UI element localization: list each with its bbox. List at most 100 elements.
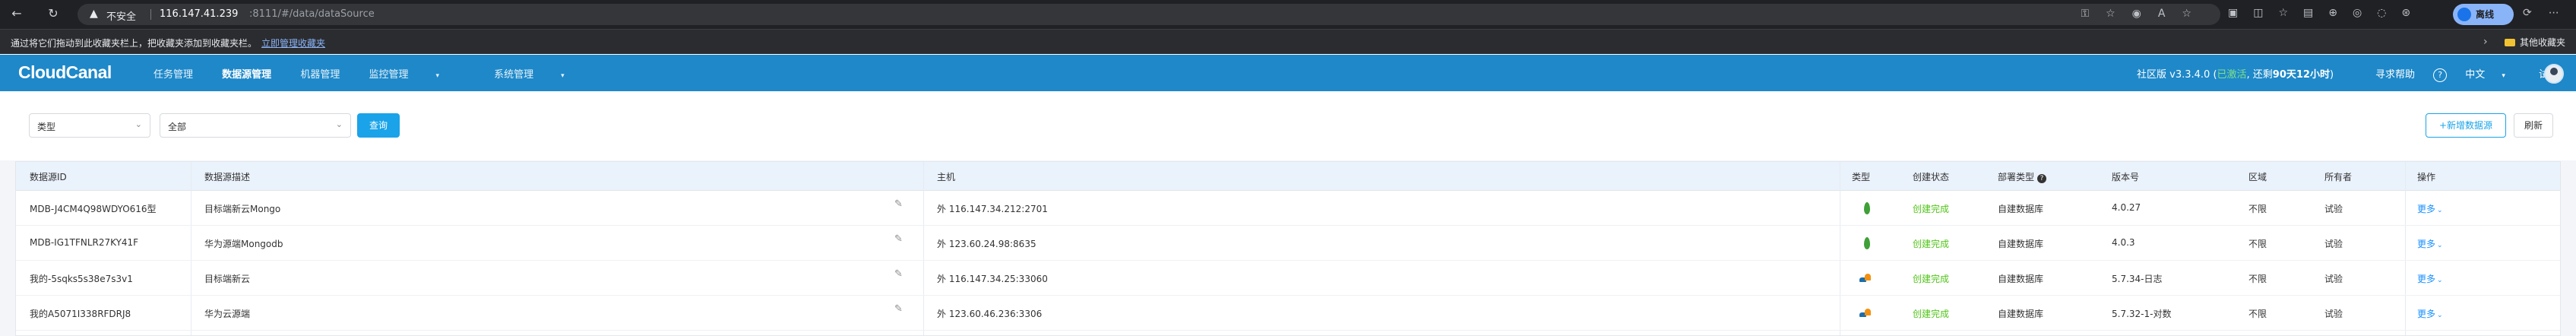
more-label: 更多 — [2417, 309, 2436, 319]
chevron-down-icon: ⌄ — [335, 119, 343, 129]
network-prefix: 外 — [937, 204, 947, 214]
table-row[interactable]: MDB-J4CM4Q98WDYO616型 目标端新云Mongo ✎ 外 116.… — [16, 191, 2560, 226]
other-favorites[interactable]: 其他收藏夹 — [2505, 36, 2565, 49]
address-bar[interactable]: ▲ 不安全 116.147.41.239 :8111/#/data/dataSo… — [78, 4, 2220, 25]
more-label: 更多 — [2417, 204, 2436, 214]
more-dropdown[interactable]: 更多 ⌄ — [2417, 307, 2443, 320]
row-version: 4.0.27 — [2112, 202, 2141, 213]
language-switch[interactable]: 中文 ▾ — [2465, 69, 2521, 81]
row-host: 外 123.60.24.98:8635 — [937, 237, 1036, 250]
info-icon[interactable]: ? — [2037, 174, 2047, 183]
host-address: 116.147.34.25:33060 — [948, 274, 1048, 284]
header-deploy: 部署类型? — [1998, 170, 2047, 183]
nav-system-label: 系统管理 — [494, 69, 534, 81]
row-deploy: 自建数据库 — [1998, 274, 2044, 284]
nav-monitor-management[interactable]: 监控管理 ▾ — [369, 69, 465, 81]
network-prefix: 外 — [937, 274, 947, 284]
chevron-down-icon: ⌄ — [2437, 277, 2443, 284]
header-type: 类型 — [1852, 172, 1871, 182]
warning-icon: ▲ — [90, 8, 98, 20]
edit-icon[interactable]: ✎ — [894, 268, 903, 280]
edit-icon[interactable]: ✎ — [894, 198, 903, 210]
more-dropdown[interactable]: 更多 ⌄ — [2417, 202, 2443, 215]
browser-toolbar: ← ↻ ▲ 不安全 116.147.41.239 :8111/#/data/da… — [0, 0, 2576, 29]
row-region: 不限 — [2248, 274, 2267, 284]
folder-icon — [2505, 39, 2515, 46]
version-close: ) — [2329, 69, 2334, 81]
query-button[interactable]: 查询 — [357, 113, 400, 138]
address-actions-icons[interactable]: ⚿☆◉A☆ — [2081, 8, 2208, 20]
refresh-icon[interactable]: ↻ — [44, 5, 62, 23]
chevron-down-icon: ▾ — [2502, 72, 2505, 80]
nav-machine-management[interactable]: 机器管理 — [300, 69, 340, 81]
logo[interactable]: CloudCanal — [18, 62, 112, 83]
url-path: :8111/#/data/dataSource — [249, 8, 375, 20]
type-select[interactable]: 类型 ⌄ — [29, 113, 150, 138]
row-version: 4.0.3 — [2112, 237, 2135, 248]
table-row[interactable]: 我的A5071I338RFDRJ8 华为云源端 ✎ 外 123.60.46.23… — [16, 296, 2560, 331]
network-prefix: 外 — [937, 239, 947, 249]
header-deploy-label: 部署类型 — [1998, 172, 2035, 182]
toolbar-extension-icons[interactable]: ▣◫☆▤⊕◎◌⊛ — [2228, 7, 2426, 19]
row-owner: 试验 — [2324, 309, 2343, 319]
refresh-button[interactable]: 刷新 — [2514, 113, 2553, 138]
license-status: 已激活 — [2217, 69, 2247, 81]
row-desc: 目标端新云Mongo — [204, 204, 281, 214]
nav-datasource-management[interactable]: 数据源管理 — [222, 69, 271, 81]
row-deploy: 自建数据库 — [1998, 239, 2044, 249]
filter-toolbar: 类型 ⌄ 全部 ⌄ 查询 +新增数据源 刷新 — [0, 92, 2576, 160]
app-header: CloudCanal 任务管理 数据源管理 机器管理 监控管理 ▾ 系统管理 ▾ 社… — [0, 55, 2576, 91]
manage-favorites-link[interactable]: 立即管理收藏夹 — [261, 38, 325, 49]
edit-icon[interactable]: ✎ — [894, 303, 903, 315]
help-link[interactable]: 寻求帮助 — [2375, 69, 2415, 81]
profile-label: 离线 — [2476, 9, 2495, 20]
row-host: 外 123.60.46.236:3306 — [937, 307, 1042, 320]
address-divider — [150, 9, 151, 20]
chevron-down-icon: ⌄ — [2437, 242, 2443, 249]
chevron-down-icon: ⌄ — [134, 119, 142, 129]
profile-button[interactable]: 离线 — [2453, 4, 2514, 25]
row-id: 我的-5sqks5s38e7s3v1 — [30, 274, 133, 284]
row-version: 5.7.34-日志 — [2112, 274, 2163, 284]
header-region: 区域 — [2248, 172, 2267, 182]
type-select-value: 类型 — [37, 122, 56, 132]
header-id: 数据源ID — [30, 172, 67, 182]
nav-task-management[interactable]: 任务管理 — [153, 69, 193, 81]
avatar[interactable] — [2544, 64, 2564, 84]
more-dropdown[interactable]: 更多 ⌄ — [2417, 237, 2443, 250]
row-owner: 试验 — [2324, 274, 2343, 284]
row-owner: 试验 — [2324, 204, 2343, 214]
more-dropdown[interactable]: 更多 ⌄ — [2417, 272, 2443, 285]
scope-select[interactable]: 全部 ⌄ — [160, 113, 351, 138]
row-desc: 华为云源端 — [204, 309, 251, 319]
mysql-icon — [1859, 274, 1872, 283]
row-id: MDB-IG1TFNLR27KY41F — [30, 237, 139, 248]
row-host: 外 116.147.34.212:2701 — [937, 202, 1048, 215]
bookmark-hint: 通过将它们拖动到此收藏夹栏上，把收藏夹添加到收藏夹栏。 立即管理收藏夹 — [11, 36, 325, 49]
row-host: 外 116.147.34.25:33060 — [937, 272, 1048, 285]
version-suffix: , 还剩 — [2246, 69, 2273, 81]
edit-icon[interactable]: ✎ — [894, 233, 903, 245]
nav-monitor-label: 监控管理 — [369, 69, 409, 81]
network-prefix: 外 — [937, 309, 947, 319]
row-region: 不限 — [2248, 309, 2267, 319]
menu-icons[interactable]: ⟳⋯ — [2523, 7, 2576, 19]
table-row[interactable]: 我的-5sqks5s38e7s3v1 目标端新云 ✎ 外 116.147.34.… — [16, 261, 2560, 296]
row-status: 创建完成 — [1913, 309, 1950, 319]
back-icon[interactable]: ← — [8, 5, 26, 23]
insecure-label[interactable]: 不安全 — [106, 8, 136, 23]
table-row[interactable]: MDB-IG1TFNLR27KY41F 华为源端Mongodb ✎ 外 123.… — [16, 226, 2560, 261]
chevron-down-icon: ▾ — [435, 72, 440, 80]
chevron-right-icon[interactable]: › — [2483, 36, 2488, 48]
bookmark-bar: 通过将它们拖动到此收藏夹栏上，把收藏夹添加到收藏夹栏。 立即管理收藏夹 › 其他收… — [0, 29, 2576, 54]
row-status: 创建完成 — [1913, 274, 1950, 284]
row-status: 创建完成 — [1913, 239, 1950, 249]
row-owner: 试验 — [2324, 239, 2343, 249]
add-datasource-button[interactable]: +新增数据源 — [2426, 113, 2506, 138]
chevron-down-icon: ⌄ — [2437, 312, 2443, 319]
row-deploy: 自建数据库 — [1998, 204, 2044, 214]
question-icon[interactable]: ? — [2433, 68, 2448, 82]
profile-avatar-icon — [2457, 8, 2471, 21]
mysql-icon — [1859, 309, 1872, 318]
nav-system-management[interactable]: 系统管理 ▾ — [494, 69, 590, 81]
